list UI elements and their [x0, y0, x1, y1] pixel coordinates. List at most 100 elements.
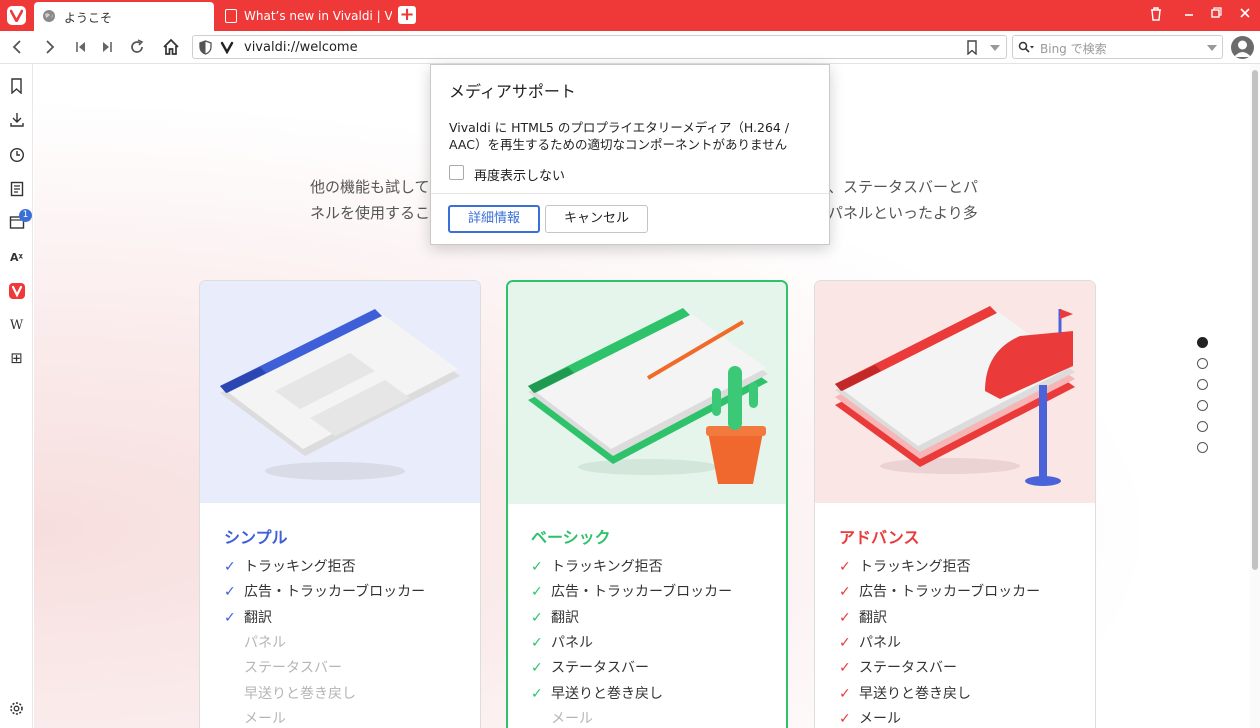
notes-icon[interactable]	[8, 181, 25, 198]
feature-item: ✓ 広告・トラッカーブロッカー	[531, 581, 732, 601]
feature-item: ✓ トラッキング拒否	[839, 556, 971, 576]
card-basic[interactable]: ベーシック ✓ トラッキング拒否 ✓ 広告・トラッカーブロッカー ✓ 翻訳 ✓ パネル …	[506, 280, 788, 728]
document-icon	[225, 9, 237, 23]
window-panel-icon[interactable]: 1	[8, 209, 32, 231]
feature-label: ステータスバー	[859, 660, 957, 676]
dont-show-again-checkbox[interactable]	[449, 165, 464, 180]
minimize-button[interactable]	[1179, 6, 1199, 24]
card-title: アドバンス	[839, 528, 920, 547]
tab-title: ようこそ	[64, 11, 113, 25]
card-simple[interactable]: シンプル ✓ トラッキング拒否 ✓ 広告・トラッカーブロッカー ✓ 翻訳 パネル ステ…	[199, 280, 481, 728]
translate-icon[interactable]: Aᵡ	[8, 249, 25, 266]
feature-label: 早送りと巻き戻し	[859, 686, 971, 702]
page-dot-1[interactable]	[1197, 337, 1208, 348]
feature-item: ✓ トラッキング拒否	[224, 556, 356, 576]
card-title: シンプル	[224, 528, 288, 547]
chevron-down-icon[interactable]	[1207, 45, 1217, 51]
search-field[interactable]: Bing で検索	[1012, 35, 1223, 59]
checkbox-label[interactable]: 再度表示しない	[474, 165, 565, 184]
globe-icon	[43, 10, 55, 22]
page-scrollbar[interactable]	[1250, 64, 1260, 728]
feature-label: メール	[551, 711, 593, 727]
scrollbar-thumb[interactable]	[1252, 70, 1258, 570]
feature-label: ステータスバー	[244, 660, 342, 676]
download-icon[interactable]	[8, 112, 25, 129]
simple-illustration	[200, 281, 480, 503]
feature-label: メール	[244, 711, 286, 727]
back-button[interactable]	[7, 37, 27, 57]
fast-forward-button[interactable]	[97, 37, 117, 57]
settings-gear-icon[interactable]	[8, 701, 25, 718]
feature-item: ✓ ステータスバー	[839, 657, 957, 677]
feature-item: ✓ 広告・トラッカーブロッカー	[224, 581, 425, 601]
maximize-button[interactable]	[1206, 6, 1226, 24]
card-title: ベーシック	[531, 528, 611, 547]
intro-text-right: 、ステータスバーとパ パネルといったより多	[828, 174, 978, 226]
add-panel-icon[interactable]: ⊞	[8, 350, 25, 367]
check-icon: ✓	[839, 610, 851, 626]
forward-button[interactable]	[40, 37, 60, 57]
feature-item: ✓ 翻訳	[531, 607, 579, 627]
feature-item: ✓ メール	[839, 708, 901, 728]
dialog-title: メディアサポート	[449, 82, 576, 101]
dialog-message: Vivaldi に HTML5 のプロプライエタリーメディア（H.264 / A…	[449, 120, 790, 152]
home-button[interactable]	[161, 37, 181, 57]
cancel-button[interactable]: キャンセル	[545, 205, 648, 233]
feature-label: トラッキング拒否	[551, 559, 663, 575]
rewind-button[interactable]	[71, 37, 91, 57]
tab-bar: ようこそ What’s new in Vivaldi | Viva +	[0, 0, 1260, 31]
profile-avatar[interactable]	[1231, 36, 1254, 59]
bookmark-add-icon[interactable]	[966, 40, 978, 55]
check-icon: ✓	[531, 559, 543, 575]
basic-illustration	[508, 282, 786, 504]
shield-icon[interactable]	[199, 40, 212, 55]
check-icon: ✓	[531, 610, 543, 626]
bookmark-icon[interactable]	[8, 78, 25, 95]
dialog-divider	[431, 193, 829, 194]
more-info-button[interactable]: 詳細情報	[448, 205, 540, 233]
page-dot-6[interactable]	[1197, 442, 1208, 453]
side-panel: 1 Aᵡ W ⊞	[0, 64, 33, 728]
close-window-button[interactable]	[1235, 6, 1255, 24]
check-icon: ✓	[839, 686, 851, 702]
trash-icon[interactable]	[1146, 6, 1166, 24]
page-dot-5[interactable]	[1197, 421, 1208, 432]
feature-label: メール	[859, 711, 901, 727]
wikipedia-icon[interactable]: W	[8, 317, 25, 334]
new-tab-button[interactable]: +	[398, 6, 416, 24]
check-icon: ✓	[839, 660, 851, 676]
advanced-illustration	[815, 281, 1095, 503]
feature-item: ✓ パネル	[839, 632, 901, 652]
intro-text-left: 他の機能も試して ネルを使用するこ	[310, 174, 430, 226]
feature-item-disabled: ステータスバー	[224, 657, 342, 677]
feature-label: パネル	[244, 635, 286, 651]
feature-item: ✓ 広告・トラッカーブロッカー	[839, 581, 1040, 601]
user-icon	[1234, 40, 1251, 57]
vivaldi-menu-icon[interactable]	[7, 6, 26, 25]
intro-line: パネルといったより多	[828, 204, 978, 222]
check-icon: ✓	[839, 711, 851, 727]
feature-label: 翻訳	[551, 610, 579, 626]
feature-label: 翻訳	[859, 610, 887, 626]
tab-whats-new[interactable]: What’s new in Vivaldi | Viva	[216, 2, 392, 30]
tab-welcome[interactable]: ようこそ	[34, 2, 214, 31]
address-bar[interactable]: vivaldi://welcome	[192, 35, 1007, 59]
feature-label: パネル	[551, 635, 593, 651]
feature-label: 広告・トラッカーブロッカー	[244, 584, 426, 600]
page-dot-3[interactable]	[1197, 379, 1208, 390]
feature-item: ✓ 早送りと巻き戻し	[839, 683, 971, 703]
page-dot-4[interactable]	[1197, 400, 1208, 411]
panel-badge: 1	[19, 209, 32, 222]
check-icon: ✓	[531, 584, 543, 600]
vivaldi-icon[interactable]	[8, 283, 25, 300]
check-icon: ✓	[224, 559, 236, 575]
reload-button[interactable]	[127, 37, 147, 57]
history-icon[interactable]	[8, 147, 25, 164]
card-advanced[interactable]: アドバンス ✓ トラッキング拒否 ✓ 広告・トラッカーブロッカー ✓ 翻訳 ✓ パネル …	[814, 280, 1096, 728]
check-icon: ✓	[839, 559, 851, 575]
media-support-dialog: メディアサポート Vivaldi に HTML5 のプロプライエタリーメディア（…	[430, 64, 830, 245]
page-dot-2[interactable]	[1197, 358, 1208, 369]
chevron-down-icon[interactable]	[990, 45, 1000, 51]
feature-label: ステータスバー	[551, 660, 649, 676]
feature-label: 広告・トラッカーブロッカー	[551, 584, 733, 600]
